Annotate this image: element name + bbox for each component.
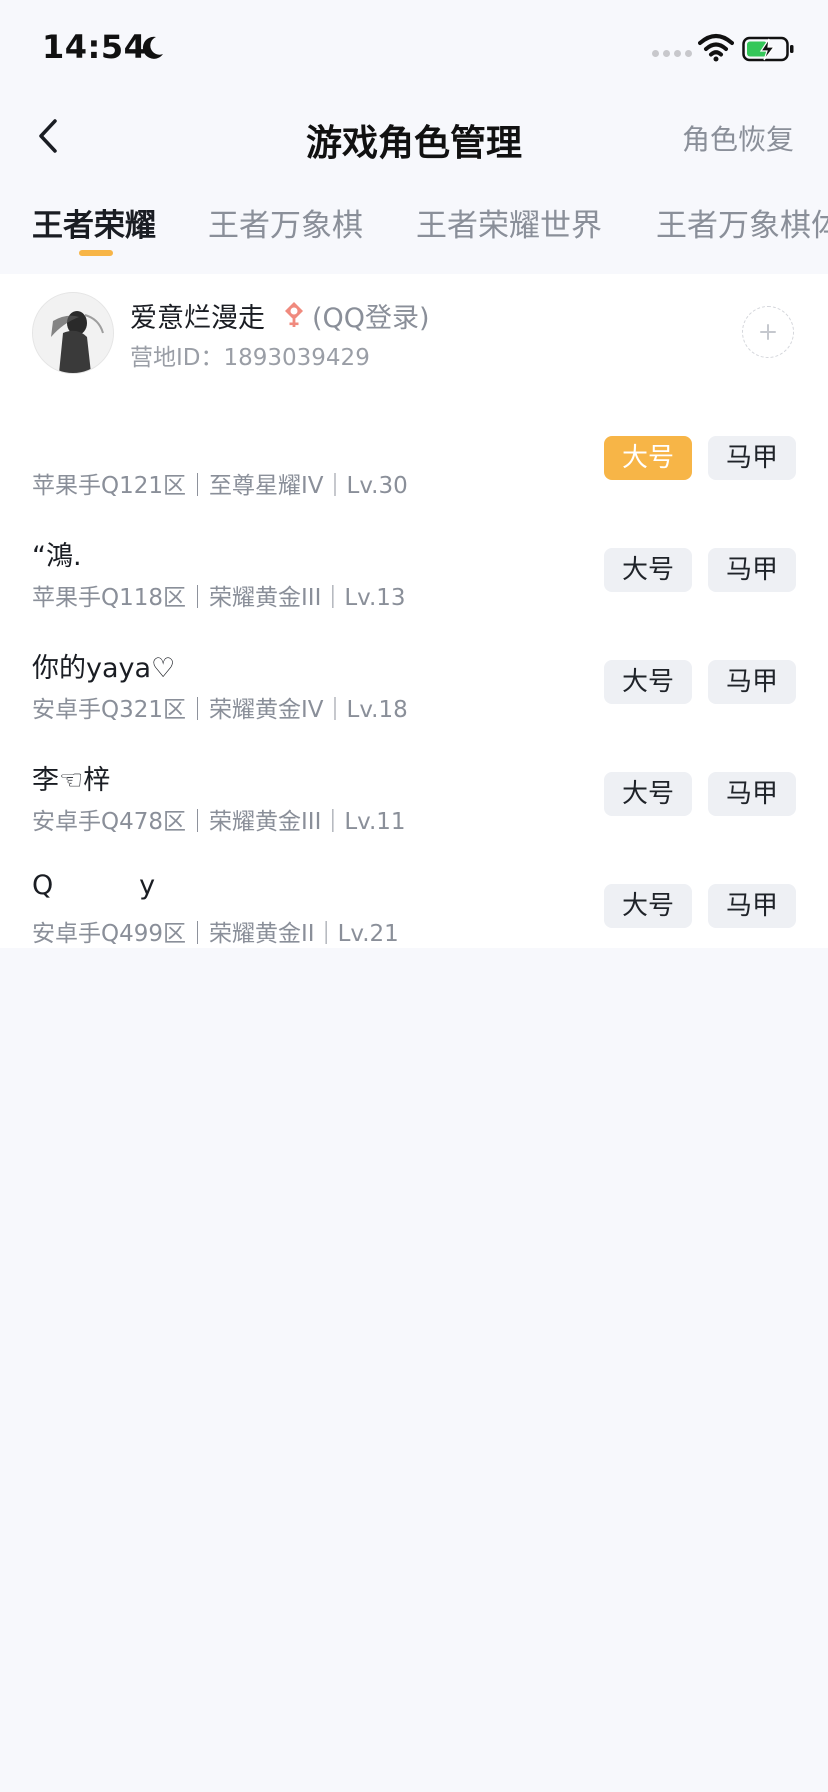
nav-bar: 游戏角色管理 角色恢复 — [0, 100, 828, 178]
status-time: 14:54 — [42, 28, 147, 66]
moon-icon — [142, 36, 163, 59]
battery-charging-icon — [742, 36, 794, 62]
login-type-label: (QQ登录) — [312, 303, 430, 334]
avatar[interactable] — [32, 292, 114, 374]
main-account-button[interactable]: 大号 — [604, 660, 692, 704]
role-name: Q y — [32, 870, 156, 901]
status-bar: 14:54 — [0, 0, 828, 100]
alt-account-button[interactable]: 马甲 — [708, 772, 796, 816]
main-account-button[interactable]: 大号 — [604, 884, 692, 928]
role-meta: 安卓手Q499区｜荣耀黄金II｜Lv.21 — [32, 921, 399, 947]
main-account-button[interactable]: 大号 — [604, 436, 692, 480]
role-row: 你的yaya♡ 安卓手Q321区｜荣耀黄金IV｜Lv.18 大号 马甲 — [0, 646, 828, 758]
active-tab-indicator — [79, 250, 113, 256]
role-row: Q y 安卓手Q499区｜荣耀黄金II｜Lv.21 大号 马甲 — [0, 870, 828, 982]
tab-wangzherongyao[interactable]: 王者荣耀 — [32, 200, 156, 245]
main-account-button[interactable]: 大号 — [604, 548, 692, 592]
main-account-button[interactable]: 大号 — [604, 772, 692, 816]
role-row: 苹果手Q121区｜至尊星耀IV｜Lv.30 大号 马甲 — [0, 422, 828, 534]
wifi-icon — [698, 34, 734, 62]
cellular-signal-icon — [652, 50, 692, 57]
role-row: “鴻. 苹果手Q118区｜荣耀黄金III｜Lv.13 大号 马甲 — [0, 534, 828, 646]
role-meta: 安卓手Q321区｜荣耀黄金IV｜Lv.18 — [32, 697, 408, 723]
alt-account-button[interactable]: 马甲 — [708, 436, 796, 480]
role-name: 李☜梓 — [32, 765, 111, 796]
account-nickname: 爱意烂漫走 — [130, 303, 265, 334]
alt-account-button[interactable]: 马甲 — [708, 884, 796, 928]
role-name: 你的yaya♡ — [32, 653, 176, 684]
plus-icon — [760, 324, 776, 340]
role-restore-button[interactable]: 角色恢复 — [682, 118, 794, 158]
game-tabs: 王者荣耀 王者万象棋 王者荣耀世界 王者万象棋体 — [0, 196, 828, 276]
alt-account-button[interactable]: 马甲 — [708, 548, 796, 592]
avatar-image — [33, 293, 113, 373]
tab-wangzhewanxiangqi-extra[interactable]: 王者万象棋体 — [656, 200, 828, 245]
add-role-button[interactable] — [742, 306, 794, 358]
tab-wangzherongyao-shijie[interactable]: 王者荣耀世界 — [416, 200, 602, 245]
female-icon — [285, 302, 303, 327]
role-name: “鴻. — [32, 541, 82, 572]
role-row: 李☜梓 安卓手Q478区｜荣耀黄金III｜Lv.11 大号 马甲 — [0, 758, 828, 870]
alt-account-button[interactable]: 马甲 — [708, 660, 796, 704]
role-meta: 苹果手Q118区｜荣耀黄金III｜Lv.13 — [32, 585, 406, 611]
camp-id: 营地ID：1893039429 — [130, 345, 370, 371]
role-list-card: 爱意烂漫走 (QQ登录) 营地ID：1893039429 苹果手Q121区｜至尊… — [0, 274, 828, 948]
tab-wangzhewanxiangqi[interactable]: 王者万象棋 — [208, 200, 363, 245]
role-meta: 苹果手Q121区｜至尊星耀IV｜Lv.30 — [32, 473, 408, 499]
role-meta: 安卓手Q478区｜荣耀黄金III｜Lv.11 — [32, 809, 406, 835]
